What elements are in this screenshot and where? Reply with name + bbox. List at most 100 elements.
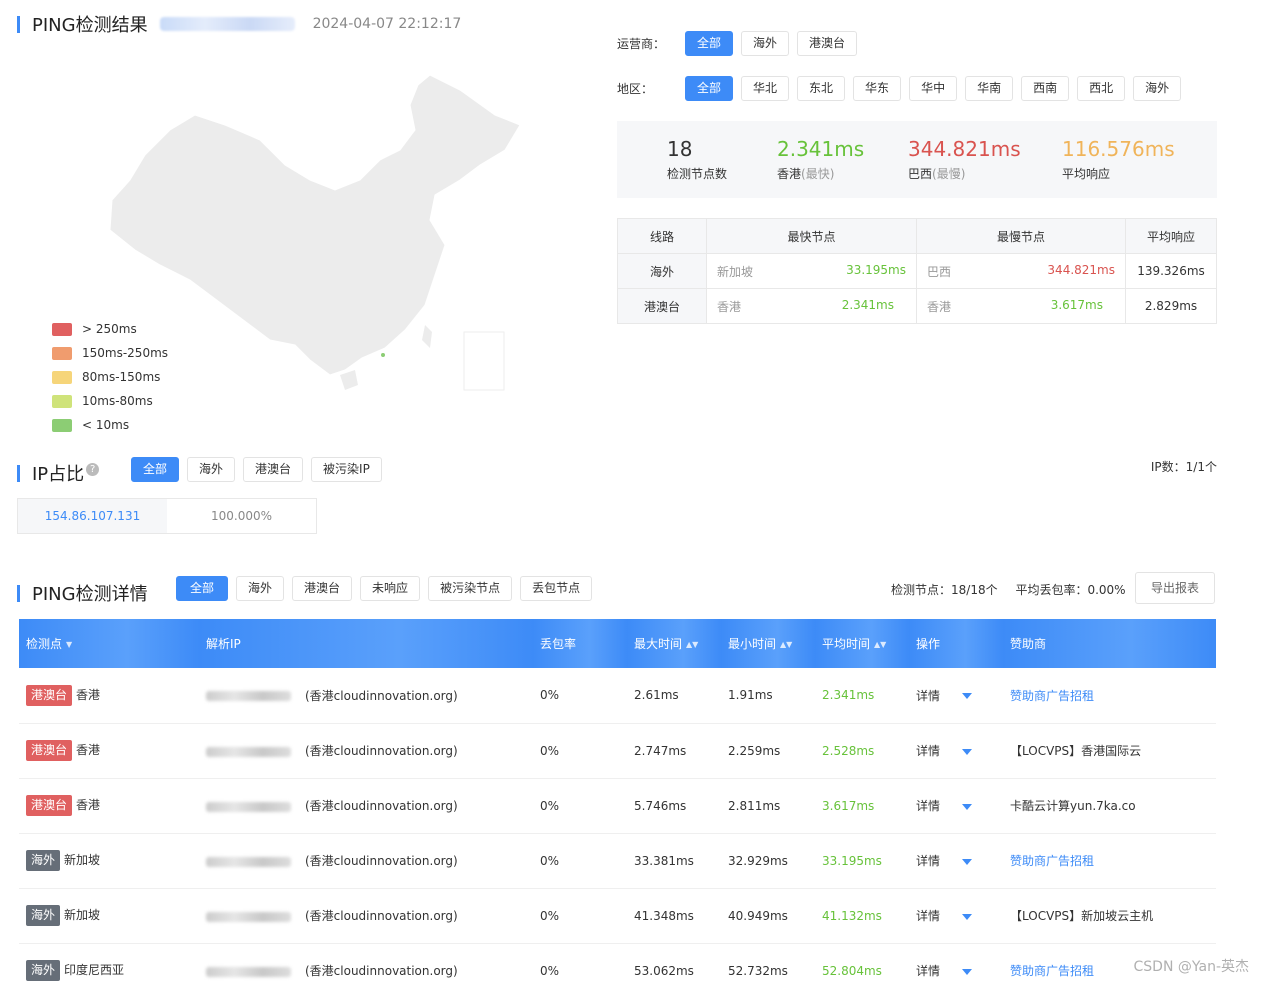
- operator-overseas-button[interactable]: 海外: [741, 31, 790, 56]
- hainan-shape[interactable]: [340, 370, 358, 390]
- caret-down-icon[interactable]: [962, 913, 973, 920]
- legend-swatch: [52, 346, 72, 360]
- detail-tab-all[interactable]: 全部: [176, 576, 229, 601]
- col-min[interactable]: 最小时间 ▲▼: [721, 619, 815, 668]
- page-title: PING检测结果: [32, 15, 148, 36]
- table-row: 海外 印度尼西亚 (香港cloudinnovation.org) 0% 53.062ms…: [19, 943, 1216, 984]
- table-row: 港澳台 香港 (香港cloudinnovation.org) 0% 5.746ms 2.8…: [19, 778, 1216, 834]
- operator-hmt-button[interactable]: 港澳台: [797, 31, 858, 56]
- line-tag: 港澳台: [26, 740, 73, 761]
- col-sponsor: 赞助商: [1003, 619, 1216, 668]
- caret-down-icon[interactable]: [962, 858, 973, 865]
- ip-note: (香港cloudinnovation.org): [305, 799, 458, 813]
- sponsor[interactable]: 赞助商广告招租: [1010, 964, 1094, 978]
- region-central-button[interactable]: 华中: [909, 76, 958, 101]
- region-south-button[interactable]: 华南: [965, 76, 1014, 101]
- avg-time: 2.528ms: [815, 723, 909, 779]
- detail-tab-lossnodes[interactable]: 丢包节点: [520, 576, 593, 601]
- table-row: 港澳台 香港 (香港cloudinnovation.org) 0% 2.61ms 1.91…: [19, 668, 1216, 724]
- detail-action[interactable]: 详情: [909, 723, 1003, 779]
- col-checkpoint[interactable]: 检测点 ▼: [19, 619, 199, 668]
- help-icon[interactable]: ?: [86, 462, 100, 476]
- line-tag: 海外: [26, 960, 61, 981]
- page-header: PING检测结果 2024-04-07 22:12:17: [17, 11, 461, 37]
- ping-detail-table: 检测点 ▼ 解析IP 丢包率 最大时间 ▲▼ 最小时间 ▲▼ 平均时间 ▲▼ 操作 赞助…: [19, 619, 1216, 984]
- legend-swatch: [52, 394, 72, 408]
- max-time: 2.747ms: [627, 723, 721, 779]
- table-row: 海外 新加坡 (香港cloudinnovation.org) 0% 41.348ms 40…: [19, 888, 1216, 944]
- loss: 0%: [533, 723, 627, 779]
- col-max[interactable]: 最大时间 ▲▼: [627, 619, 721, 668]
- blurred-ip: [206, 801, 291, 812]
- sponsor: 【LOCVPS】香港国际云: [1010, 744, 1142, 758]
- region-northeast-button[interactable]: 东北: [797, 76, 846, 101]
- test-datetime: 2024-04-07 22:12:17: [312, 16, 462, 32]
- caret-down-icon[interactable]: [962, 748, 973, 755]
- export-report-button[interactable]: 导出报表: [1135, 572, 1216, 604]
- sponsor: 卡酷云计算yun.7ka.co: [1010, 799, 1136, 813]
- table-header-row: 线路 最快节点 最慢节点 平均响应: [617, 218, 1217, 254]
- min-time: 52.732ms: [721, 943, 815, 984]
- taiwan-shape[interactable]: [422, 325, 432, 348]
- col-ip: 解析IP: [199, 619, 533, 668]
- detail-tab-noresponse[interactable]: 未响应: [360, 576, 421, 601]
- detail-action[interactable]: 详情: [909, 833, 1003, 889]
- region-north-button[interactable]: 华北: [741, 76, 790, 101]
- ip-filter: 全部 海外 港澳台 被污染IP: [131, 457, 390, 482]
- sponsor[interactable]: 赞助商广告招租: [1010, 854, 1094, 868]
- ip-note: (香港cloudinnovation.org): [305, 964, 458, 978]
- blurred-ip: [206, 911, 291, 922]
- latency-legend: > 250ms 150ms-250ms 80ms-150ms 10ms-80ms…: [52, 317, 168, 437]
- max-time: 2.61ms: [627, 668, 721, 724]
- col-avg[interactable]: 平均时间 ▲▼: [815, 619, 909, 668]
- detail-action[interactable]: 详情: [909, 888, 1003, 944]
- caret-down-icon[interactable]: [962, 803, 973, 810]
- china-map-shape[interactable]: [109, 74, 521, 376]
- title-accent-bar: [17, 464, 20, 482]
- loss: 0%: [533, 778, 627, 834]
- detail-action[interactable]: 详情: [909, 943, 1003, 984]
- ip-note: (香港cloudinnovation.org): [305, 854, 458, 868]
- operator-filter: 运营商： 全部 海外 港澳台: [617, 31, 865, 56]
- ip-note: (香港cloudinnovation.org): [305, 688, 458, 703]
- chevron-down-icon: ▼: [66, 640, 73, 649]
- region-east-button[interactable]: 华东: [853, 76, 902, 101]
- region-overseas-button[interactable]: 海外: [1133, 76, 1182, 101]
- sort-icon: ▲▼: [780, 640, 793, 649]
- avg-time: 52.804ms: [815, 943, 909, 984]
- hongkong-marker[interactable]: [381, 353, 385, 357]
- sort-icon: ▲▼: [686, 640, 699, 649]
- line-tag: 海外: [26, 905, 61, 926]
- avg-time: 3.617ms: [815, 778, 909, 834]
- ip-tab-polluted[interactable]: 被污染IP: [311, 457, 382, 482]
- detail-action[interactable]: 详情: [909, 778, 1003, 834]
- sponsor: 【LOCVPS】新加坡云主机: [1010, 909, 1154, 923]
- detail-tab-hmt[interactable]: 港澳台: [292, 576, 353, 601]
- detail-tab-overseas[interactable]: 海外: [236, 576, 285, 601]
- region-northwest-button[interactable]: 西北: [1077, 76, 1126, 101]
- region-southwest-button[interactable]: 西南: [1021, 76, 1070, 101]
- table-row: 港澳台 香港 2.341ms 香港 3.617ms 2.829ms: [617, 288, 1217, 324]
- sponsor[interactable]: 赞助商广告招租: [1010, 689, 1094, 703]
- detail-tab-polluted[interactable]: 被污染节点: [428, 576, 513, 601]
- detail-filter: 全部 海外 港澳台 未响应 被污染节点 丢包节点: [176, 576, 600, 601]
- caret-down-icon[interactable]: [962, 968, 973, 975]
- ip-tab-hmt[interactable]: 港澳台: [243, 457, 304, 482]
- line-summary-table: 线路 最快节点 最慢节点 平均响应 海外 新加坡 33.195ms 巴西 344.8…: [617, 218, 1217, 324]
- table-row: 海外 新加坡 33.195ms 巴西 344.821ms 139.326ms: [617, 253, 1217, 289]
- min-time: 1.91ms: [721, 668, 815, 724]
- region-all-button[interactable]: 全部: [685, 76, 734, 101]
- operator-all-button[interactable]: 全部: [685, 31, 734, 56]
- caret-down-icon[interactable]: [962, 693, 973, 700]
- detail-action[interactable]: 详情: [909, 668, 1003, 724]
- legend-swatch: [52, 418, 72, 432]
- summary-average: 116.576ms 平均响应: [1062, 137, 1175, 181]
- region-filter: 地区： 全部 华北 东北 华东 华中 华南 西南 西北 海外: [617, 76, 1189, 101]
- ip-tab-all[interactable]: 全部: [131, 457, 180, 482]
- ip-tab-overseas[interactable]: 海外: [187, 457, 236, 482]
- detail-section-header: PING检测详情: [17, 580, 148, 606]
- legend-item: < 10ms: [52, 413, 168, 437]
- ip-address[interactable]: 154.86.107.131: [18, 499, 167, 533]
- loss: 0%: [533, 888, 627, 944]
- col-op: 操作: [909, 619, 1003, 668]
